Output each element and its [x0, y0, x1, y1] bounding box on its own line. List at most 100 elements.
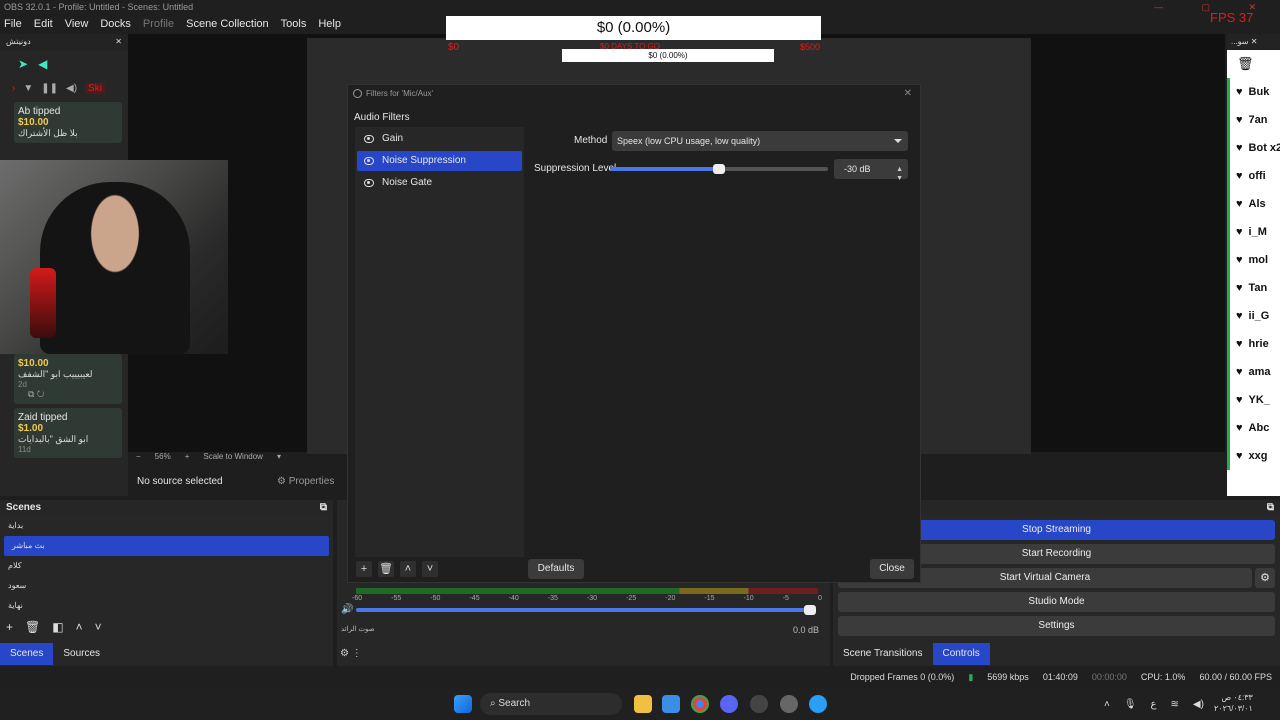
volume-icon[interactable]: ◀): [1193, 699, 1204, 710]
defaults-button[interactable]: Defaults: [528, 559, 584, 579]
chevron-up-icon[interactable]: ˄: [1104, 699, 1110, 710]
meter-tick: -45: [469, 595, 480, 602]
eye-icon[interactable]: [364, 135, 374, 143]
properties-button[interactable]: ⚙ Properties: [277, 472, 339, 492]
scene-item[interactable]: بث مباشر: [4, 536, 329, 556]
chrome-icon[interactable]: [691, 695, 709, 713]
filter-item[interactable]: Noise Suppression: [357, 151, 522, 171]
filter-label: Noise Gate: [382, 177, 433, 188]
filter-icon[interactable]: ◧: [52, 620, 63, 634]
zoom-in-icon[interactable]: +: [185, 452, 190, 461]
tab-scenes[interactable]: Scenes: [0, 643, 54, 665]
suppression-spinbox[interactable]: -30 dB ▲ ▼: [834, 159, 908, 182]
float-icon[interactable]: ⧉: [1267, 500, 1274, 516]
tab-controls[interactable]: Controls: [932, 643, 990, 665]
trash-icon[interactable]: 🗑: [25, 620, 40, 634]
store-icon[interactable]: [662, 695, 680, 713]
tip-actions[interactable]: ⧉ ↻: [18, 389, 118, 400]
chat-user: 7an: [1248, 114, 1268, 126]
close-icon[interactable]: ✕: [115, 34, 122, 50]
pause-icon[interactable]: ❚❚: [41, 83, 58, 94]
scenes-dock-title: Scenes ⧉: [0, 500, 333, 516]
virtual-camera-settings-icon[interactable]: ⚙: [1255, 568, 1275, 588]
taskbar-search[interactable]: ⌕ Search: [480, 693, 622, 715]
language-indicator[interactable]: ع: [1151, 699, 1157, 710]
menu-docks[interactable]: Docks: [100, 18, 131, 30]
meter-tick: -10: [743, 595, 754, 602]
volume-slider[interactable]: [356, 608, 816, 612]
speaker-icon[interactable]: 🔊: [341, 604, 353, 615]
move-down-icon[interactable]: ˅: [95, 620, 102, 634]
method-select[interactable]: Speex (low CPU usage, low quality): [612, 131, 908, 151]
move-up-icon[interactable]: ˄: [76, 620, 83, 634]
zoom-out-icon[interactable]: −: [136, 452, 141, 461]
studio-mode-button[interactable]: Studio Mode: [838, 592, 1275, 612]
settings-button[interactable]: Settings: [838, 616, 1275, 636]
mixer-settings-icon[interactable]: ⚙ ⋮: [340, 648, 362, 659]
eye-icon[interactable]: [364, 157, 374, 165]
wifi-icon[interactable]: ≋: [1171, 699, 1179, 710]
menu-scene-collection[interactable]: Scene Collection: [186, 18, 269, 30]
scene-item[interactable]: كلام: [0, 556, 333, 576]
menu-help[interactable]: Help: [318, 18, 341, 30]
heart-icon: ♥: [1236, 114, 1243, 126]
scale-mode[interactable]: Scale to Window: [203, 452, 263, 461]
menu-profile[interactable]: Profile: [143, 18, 174, 30]
tip-message: بلا ظل الأشتراك: [18, 128, 78, 138]
meter-tick: -20: [665, 595, 676, 602]
suppression-value: -30 dB: [844, 164, 871, 174]
volume-slider-thumb[interactable]: [804, 605, 816, 615]
scene-item[interactable]: بداية: [0, 516, 333, 536]
mic-icon[interactable]: 🎙: [1124, 699, 1137, 710]
close-button[interactable]: Close: [870, 559, 914, 579]
zoom-value: 56%: [154, 452, 171, 461]
tip-item: Zaid tipped $1.00 ابو الشق "بالبدايات 11…: [14, 408, 122, 458]
scene-item[interactable]: نهاية: [0, 596, 333, 616]
menu-file[interactable]: File: [4, 18, 22, 30]
menu-tools[interactable]: Tools: [281, 18, 307, 30]
messenger-icon[interactable]: [809, 695, 827, 713]
windows-start-icon[interactable]: [454, 695, 472, 713]
tab-sources[interactable]: Sources: [53, 643, 111, 665]
heart-icon: ♥: [1236, 86, 1243, 98]
scene-item[interactable]: سعود: [0, 576, 333, 596]
obs-icon[interactable]: [750, 695, 768, 713]
search-label: Search: [498, 698, 531, 709]
left-chat-header: دونيتش ✕: [0, 34, 128, 50]
menu-edit[interactable]: Edit: [34, 18, 53, 30]
close-icon[interactable]: ✕: [904, 85, 912, 102]
discord-icon[interactable]: [720, 695, 738, 713]
chat-row: ♥ Tan: [1227, 274, 1280, 302]
add-scene-icon[interactable]: +: [6, 620, 13, 634]
file-explorer-icon[interactable]: [634, 695, 652, 713]
suppression-slider-thumb[interactable]: [713, 164, 725, 174]
signal-icon: ▮: [968, 671, 974, 682]
eye-icon[interactable]: [364, 179, 374, 187]
add-filter-icon[interactable]: +: [356, 561, 372, 577]
clock-time: ٠٤:٣٣ ص: [1221, 693, 1253, 702]
chevron-down-icon[interactable]: ▾: [277, 452, 281, 461]
filter-item[interactable]: Noise Gate: [357, 173, 522, 193]
float-icon[interactable]: ⧉: [320, 500, 327, 516]
trash-icon[interactable]: 🗑: [1227, 50, 1280, 78]
filter-icon[interactable]: ▼: [23, 83, 33, 94]
skip-button[interactable]: Ski: [85, 82, 105, 94]
spin-down-icon[interactable]: ▼: [896, 169, 903, 189]
filter-item[interactable]: Gain: [357, 129, 522, 149]
move-up-icon[interactable]: ˄: [400, 561, 416, 577]
menu-view[interactable]: View: [65, 18, 89, 30]
move-down-icon[interactable]: ˅: [422, 561, 438, 577]
megaphone-icon[interactable]: ◀: [38, 57, 47, 71]
close-icon[interactable]: ✕: [1251, 37, 1258, 46]
taskbar-clock[interactable]: ٠٤:٣٣ ص ٢٠٢٦/٠٣/٠١: [1214, 692, 1253, 714]
send-icon[interactable]: ➤: [18, 57, 28, 71]
heart-icon: ♥: [1236, 170, 1243, 182]
play-icon[interactable]: ›: [12, 83, 15, 94]
volume-icon[interactable]: ◀): [66, 83, 77, 94]
tab-scene-transitions[interactable]: Scene Transitions: [833, 643, 933, 665]
meter-tick: -25: [626, 595, 637, 602]
obs-active-icon[interactable]: [780, 695, 798, 713]
audio-meter: [356, 588, 818, 594]
trash-icon[interactable]: 🗑: [378, 561, 394, 577]
suppression-slider[interactable]: [610, 164, 828, 174]
